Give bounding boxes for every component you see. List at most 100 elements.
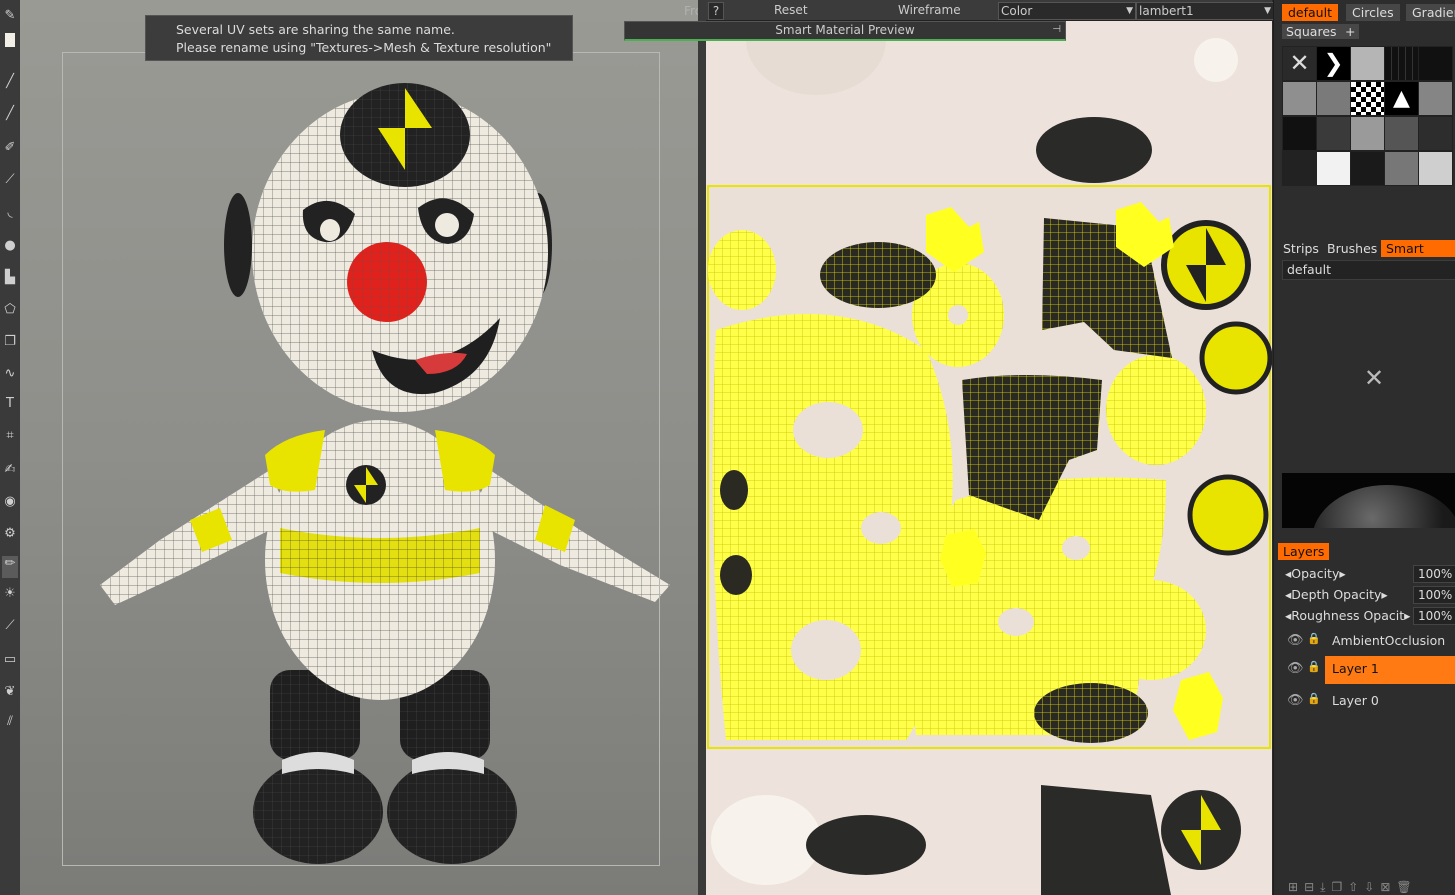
viewport-frame xyxy=(62,52,660,866)
roughness-opacity-label[interactable]: ◂Roughness Opacit▸ xyxy=(1285,608,1410,623)
opacity-label[interactable]: ◂Opacity▸ xyxy=(1285,566,1346,581)
smudge-tool-icon[interactable]: ✍ xyxy=(2,462,18,478)
panel-splitter[interactable] xyxy=(698,0,706,895)
uv-texture-panel[interactable] xyxy=(706,0,1272,895)
opacity-value[interactable]: 100% xyxy=(1413,565,1455,583)
blob-tool-icon[interactable]: ● xyxy=(2,238,18,254)
measure-tool-icon[interactable]: ⟋ xyxy=(2,618,18,634)
uv-warning-notification: Several UV sets are sharing the same nam… xyxy=(145,15,573,61)
eraser-tool-icon[interactable]: ▭ xyxy=(2,652,18,668)
stencil-scratches[interactable] xyxy=(1418,151,1453,186)
stencil-checker[interactable] xyxy=(1350,81,1385,116)
move-down-icon[interactable]: ⇩ xyxy=(1364,880,1380,894)
stencil-gray[interactable] xyxy=(1282,81,1317,116)
lock-icon[interactable]: 🔒 xyxy=(1307,632,1321,645)
pin-icon[interactable]: ⊣ xyxy=(1052,22,1061,38)
stencil-light-noise[interactable] xyxy=(1350,116,1385,151)
pen-tool-icon[interactable]: ╱ xyxy=(2,106,18,122)
layer-ambient-occlusion[interactable]: 👁 🔒 AmbientOcclusion xyxy=(1283,628,1455,654)
stamp-tool-icon[interactable]: ▙ xyxy=(2,270,18,286)
delete-layer-icon[interactable]: ⊠ xyxy=(1380,880,1396,894)
chevron-right-icon[interactable]: ❯ xyxy=(1316,46,1351,81)
wireframe-toggle[interactable]: Wireframe xyxy=(898,2,961,18)
stencil-tab-circles[interactable]: Circles xyxy=(1346,4,1400,21)
butterfly-tool-icon[interactable]: ❦ xyxy=(2,684,18,700)
select-tool-icon[interactable]: ⌗ xyxy=(2,428,18,444)
lock-icon[interactable]: 🔒 xyxy=(1307,660,1321,673)
add-subset-button[interactable]: + xyxy=(1341,24,1360,39)
depth-opacity-label[interactable]: ◂Depth Opacity▸ xyxy=(1285,587,1388,602)
copy-tool-icon[interactable]: ❐ xyxy=(2,334,18,350)
layer-1[interactable]: 👁 🔒 Layer 1 xyxy=(1283,656,1455,684)
stencil-gray-2[interactable] xyxy=(1316,81,1351,116)
eye-tool-icon[interactable]: ◉ xyxy=(2,494,18,510)
stencil-grid[interactable] xyxy=(1384,46,1419,81)
material-select[interactable]: lambert1 ▼ xyxy=(1136,2,1274,20)
ruler-tool-icon[interactable]: ⫽ xyxy=(2,714,18,730)
line-tool-icon[interactable]: ╱ xyxy=(2,74,18,90)
stencil-tab-default[interactable]: default xyxy=(1282,4,1338,21)
eye-icon[interactable]: 👁 xyxy=(1287,661,1304,676)
download-icon[interactable]: ⤓ xyxy=(1320,880,1331,894)
close-icon[interactable]: ✕ xyxy=(1282,46,1317,81)
smart-material-preview-bar[interactable]: Smart Material Preview ⊣ xyxy=(624,21,1066,41)
smart-material-preview-label: Smart Material Preview xyxy=(775,23,915,37)
layers-tab[interactable]: Layers xyxy=(1278,543,1330,560)
stencil-subset-squares[interactable]: Squares xyxy=(1282,24,1341,39)
uv-layout xyxy=(707,0,1272,895)
brush-tool-icon[interactable]: ✏ xyxy=(2,556,18,578)
eye-icon[interactable]: 👁 xyxy=(1287,693,1304,708)
stencil-gray-3[interactable] xyxy=(1418,81,1453,116)
pencil-tool-icon[interactable]: ✐ xyxy=(2,140,18,156)
stencil-speckle[interactable] xyxy=(1282,151,1317,186)
move-up-icon[interactable]: ⇧ xyxy=(1348,880,1364,894)
tool-strip: ✎ ╱ ╱ ✐ ⟋ ◟ ● ▙ ⬠ ❐ ∿ T ⌗ ✍ ◉ ⚙ ✏ ☀ ⟋ ▭ … xyxy=(0,0,21,895)
tab-brushes[interactable]: Brushes xyxy=(1322,240,1383,257)
curve-tool-icon[interactable]: ∿ xyxy=(2,366,18,382)
sun-tool-icon[interactable]: ☀ xyxy=(2,586,18,602)
feather-brush-icon[interactable]: ✎ xyxy=(2,8,18,24)
gear-tool-icon[interactable]: ⚙ xyxy=(2,526,18,542)
folder-icon[interactable]: ⊟ xyxy=(1304,880,1320,894)
lock-icon[interactable]: 🔒 xyxy=(1307,692,1321,705)
uv-toolbar: ? Reset Wireframe Color ▼ lambert1 ▼ xyxy=(706,0,1274,21)
channel-select[interactable]: Color ▼ xyxy=(998,2,1136,20)
layer-name: Layer 0 xyxy=(1332,693,1379,708)
knife-tool-icon[interactable]: ⟋ xyxy=(2,172,18,188)
tab-strips[interactable]: Strips xyxy=(1278,240,1324,257)
triangle-icon[interactable]: ▲ xyxy=(1384,81,1419,116)
stencil-white[interactable] xyxy=(1316,151,1351,186)
stencil-dark[interactable] xyxy=(1418,46,1453,81)
reset-button[interactable]: Reset xyxy=(774,2,808,18)
stencil-cracks[interactable] xyxy=(1384,151,1419,186)
close-icon[interactable]: ✕ xyxy=(1364,364,1384,392)
channel-value: Color xyxy=(1001,4,1033,18)
material-preview xyxy=(1282,473,1455,528)
layer-0[interactable]: 👁 🔒 Layer 0 xyxy=(1283,688,1455,714)
stencil-noise[interactable] xyxy=(1350,46,1385,81)
stencil-stars[interactable] xyxy=(1350,151,1385,186)
material-value: lambert1 xyxy=(1139,4,1194,18)
warning-line-2: Please rename using "Textures->Mesh & Te… xyxy=(176,40,552,55)
lasso-tool-icon[interactable]: ⬠ xyxy=(2,302,18,318)
stencil-tab-gradient[interactable]: Gradien xyxy=(1406,4,1455,21)
eye-icon[interactable]: 👁 xyxy=(1287,633,1304,648)
chevron-down-icon: ▼ xyxy=(1264,6,1271,16)
stencil-mid-noise[interactable] xyxy=(1384,116,1419,151)
smart-material-folder[interactable]: default xyxy=(1282,260,1455,280)
stencil-dark-2[interactable] xyxy=(1418,116,1453,151)
stencil-dark-noise[interactable] xyxy=(1316,116,1351,151)
help-button[interactable]: ? xyxy=(708,2,724,20)
add-layer-icon[interactable]: ⊞ xyxy=(1288,880,1304,894)
roughness-opacity-value[interactable]: 100% xyxy=(1413,607,1455,625)
trash-icon[interactable]: 🗑 xyxy=(1396,880,1417,894)
text-tool-icon[interactable]: T xyxy=(2,396,18,412)
depth-opacity-value[interactable]: 100% xyxy=(1413,586,1455,604)
layer-name: AmbientOcclusion xyxy=(1332,633,1446,648)
tab-smart-materials[interactable]: Smart Mate xyxy=(1381,240,1455,257)
duplicate-icon[interactable]: ❐ xyxy=(1331,880,1348,894)
stencil-black[interactable] xyxy=(1282,116,1317,151)
color-swatch-icon[interactable] xyxy=(2,32,18,48)
layer-name: Layer 1 xyxy=(1332,661,1379,676)
fill-tool-icon[interactable]: ◟ xyxy=(2,205,18,221)
